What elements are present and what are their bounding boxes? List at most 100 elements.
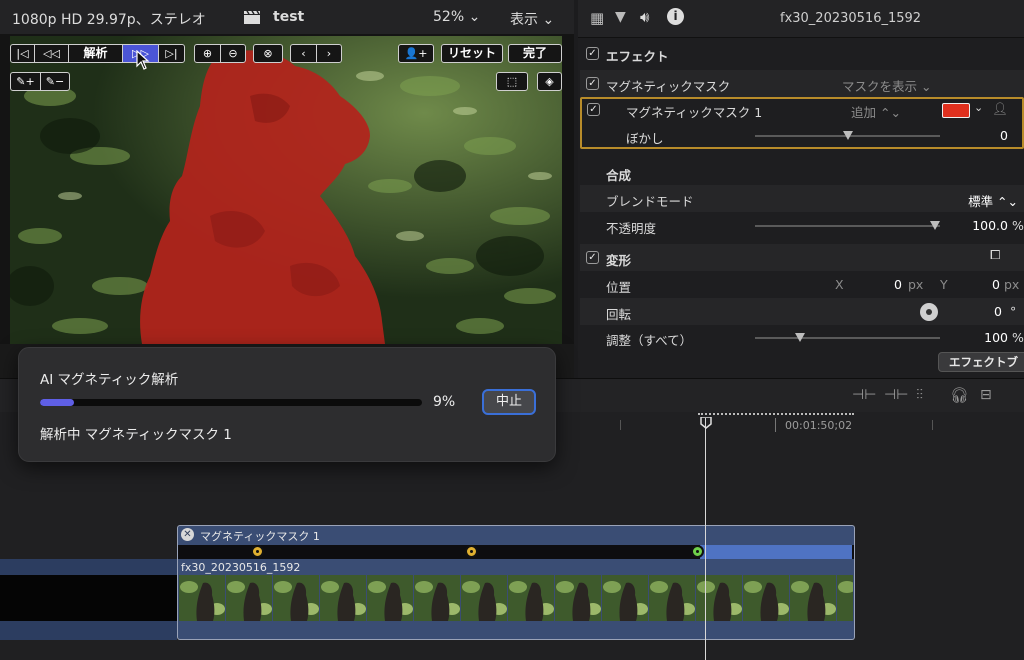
dialog-title: AI マグネティック解析 bbox=[40, 372, 179, 388]
keyframe[interactable] bbox=[465, 545, 478, 558]
analyzed-range bbox=[700, 545, 852, 559]
analysis-status: 解析中 マグネティックマスク 1 bbox=[40, 427, 232, 443]
filmstrip-thumbnail bbox=[179, 575, 225, 621]
color-menu-chevron-icon[interactable]: ⌄ bbox=[974, 101, 983, 114]
go-to-end-icon[interactable]: ▷| bbox=[159, 45, 184, 62]
view-menu[interactable]: 表示 ⌄ bbox=[510, 9, 554, 29]
transform-onscreen-icon[interactable]: ⧠ bbox=[990, 248, 1000, 263]
audio-skimming-icon[interactable]: ⫶⫶ bbox=[916, 387, 923, 403]
position-x-unit: px bbox=[908, 277, 924, 292]
mask-color-swatch[interactable] bbox=[942, 103, 970, 118]
effects-heading-row: ✓ エフェクト bbox=[580, 40, 1024, 67]
analysis-progress-bar bbox=[40, 399, 422, 406]
project-name: test bbox=[273, 9, 305, 25]
transform-checkbox[interactable]: ✓ bbox=[586, 251, 599, 264]
brush-subtract-icon[interactable]: ✎− bbox=[41, 73, 69, 90]
filmstrip-thumbnail bbox=[508, 575, 554, 621]
transform-heading: 変形 bbox=[606, 253, 632, 268]
transform-heading-row: ✓ 変形 ⧠ bbox=[580, 244, 1024, 271]
zoom-menu[interactable]: 52% ⌄ bbox=[433, 9, 480, 25]
analyze-button[interactable]: 解析 bbox=[69, 45, 123, 62]
magnetic-mask-label: マグネティックマスク bbox=[606, 79, 731, 94]
opacity-slider-knob[interactable] bbox=[930, 221, 940, 230]
opacity-slider[interactable] bbox=[755, 225, 940, 227]
blur-slider-knob[interactable] bbox=[842, 131, 853, 140]
position-y-label: Y bbox=[940, 277, 948, 292]
mask-item-checkbox[interactable]: ✓ bbox=[587, 103, 600, 116]
next-frame-icon[interactable]: › bbox=[317, 45, 341, 62]
previous-frame-icon[interactable]: ‹ bbox=[291, 45, 317, 62]
clip-appearance-icon[interactable]: ⊣⊢ bbox=[852, 387, 876, 403]
rotation-unit: ° bbox=[1010, 304, 1017, 319]
color-inspector-icon[interactable]: ▼ bbox=[615, 9, 626, 25]
position-row: 位置 X 0 px Y 0 px bbox=[580, 271, 1024, 298]
opacity-value[interactable]: 100.0 bbox=[956, 218, 1008, 233]
stop-button[interactable]: 中止 bbox=[482, 389, 536, 415]
blur-value[interactable]: 0 bbox=[960, 128, 1008, 143]
scale-unit: % bbox=[1012, 330, 1024, 345]
reset-button[interactable]: リセット bbox=[441, 44, 503, 63]
selection-control: ⬚ bbox=[496, 72, 528, 91]
marquee-icon[interactable]: ⬚ bbox=[497, 73, 527, 90]
layers-icon[interactable]: ◈ bbox=[538, 73, 561, 90]
show-mask-menu[interactable]: マスクを表示 ⌄ bbox=[842, 76, 931, 95]
blend-mode-label: ブレンドモード bbox=[606, 194, 694, 209]
blend-mode-menu[interactable]: 標準 ⌃⌄ bbox=[920, 191, 1018, 210]
render-range-indicator bbox=[698, 413, 854, 415]
clear-mask-icon[interactable]: ⊗ bbox=[254, 45, 282, 62]
effects-browser-button[interactable]: エフェクトブ bbox=[938, 352, 1024, 372]
format-info: 1080p HD 29.97p、ステレオ bbox=[12, 12, 206, 28]
analyze-backward-icon[interactable]: ◁◁ bbox=[35, 45, 69, 62]
mouse-cursor-icon bbox=[136, 50, 150, 70]
clapperboard-icon[interactable] bbox=[243, 10, 261, 24]
scale-slider[interactable] bbox=[755, 337, 940, 339]
info-inspector-icon[interactable]: i bbox=[667, 8, 684, 25]
effects-checkbox[interactable]: ✓ bbox=[586, 47, 599, 60]
go-to-start-icon[interactable]: |◁ bbox=[11, 45, 35, 62]
filmstrip-thumbnail bbox=[367, 575, 413, 621]
progress-percent: 9% bbox=[433, 394, 456, 410]
effects-heading: エフェクト bbox=[606, 49, 669, 64]
inspector-clip-name: fx30_20230516_1592 bbox=[780, 11, 922, 26]
keyframe[interactable] bbox=[251, 545, 264, 558]
position-x-value[interactable]: 0 bbox=[870, 277, 902, 292]
skimming-icon[interactable]: ⊟ bbox=[980, 387, 992, 403]
viewer-header: 1080p HD 29.97p、ステレオ test 52% ⌄ 表示 ⌄ bbox=[0, 0, 574, 34]
scale-slider-knob[interactable] bbox=[795, 333, 805, 342]
clear-control: ⊗ bbox=[253, 44, 283, 63]
blend-mode-row: ブレンドモード 標準 ⌃⌄ bbox=[580, 185, 1024, 212]
filmstrip-thumbnail bbox=[226, 575, 272, 621]
subtract-mask-icon[interactable]: ⊖ bbox=[221, 45, 245, 62]
adjacent-clip-black[interactable] bbox=[0, 575, 177, 621]
filmstrip-thumbnail bbox=[461, 575, 507, 621]
playhead-handle[interactable] bbox=[700, 416, 712, 429]
clip-filmstrip[interactable] bbox=[179, 575, 853, 621]
position-y-value[interactable]: 0 bbox=[970, 277, 1000, 292]
magnetic-mask-checkbox[interactable]: ✓ bbox=[586, 77, 599, 90]
add-mask-icon[interactable]: ⊕ bbox=[195, 45, 221, 62]
brush-add-icon[interactable]: ✎+ bbox=[11, 73, 41, 90]
audio-inspector-icon[interactable]: 🔊︎ bbox=[640, 8, 649, 26]
person-add-icon[interactable]: 👤+ bbox=[399, 45, 433, 62]
zoom-controls: ⊕ ⊖ bbox=[194, 44, 246, 63]
keyframe[interactable] bbox=[691, 545, 704, 558]
playhead[interactable] bbox=[705, 418, 706, 660]
opacity-row: 不透明度 100.0 % bbox=[580, 212, 1024, 239]
composite-heading: 合成 bbox=[606, 168, 632, 183]
done-button[interactable]: 完了 bbox=[508, 44, 562, 63]
filmstrip-thumbnail bbox=[743, 575, 789, 621]
video-frame[interactable] bbox=[10, 36, 562, 344]
snapping-icon[interactable]: ⊣⊢ bbox=[884, 387, 908, 403]
video-inspector-icon[interactable]: ▦ bbox=[590, 9, 604, 27]
person-icon[interactable]: 👤︎ bbox=[992, 101, 1008, 117]
opacity-unit: % bbox=[1012, 218, 1024, 233]
close-mask-icon[interactable]: ✕ bbox=[181, 528, 194, 541]
add-mode-menu[interactable]: 追加 ⌃⌄ bbox=[851, 102, 901, 121]
rotation-row: 回転 0 ° bbox=[580, 298, 1024, 325]
solo-headphones-icon[interactable]: 🎧︎ bbox=[950, 386, 969, 404]
rotation-value[interactable]: 0 bbox=[960, 304, 1002, 319]
rotation-dial[interactable] bbox=[920, 303, 938, 321]
scale-value[interactable]: 100 bbox=[960, 330, 1008, 345]
filmstrip-thumbnail bbox=[273, 575, 319, 621]
magnetic-mask-row: ✓ マグネティックマスク マスクを表示 ⌄ bbox=[580, 70, 1024, 97]
